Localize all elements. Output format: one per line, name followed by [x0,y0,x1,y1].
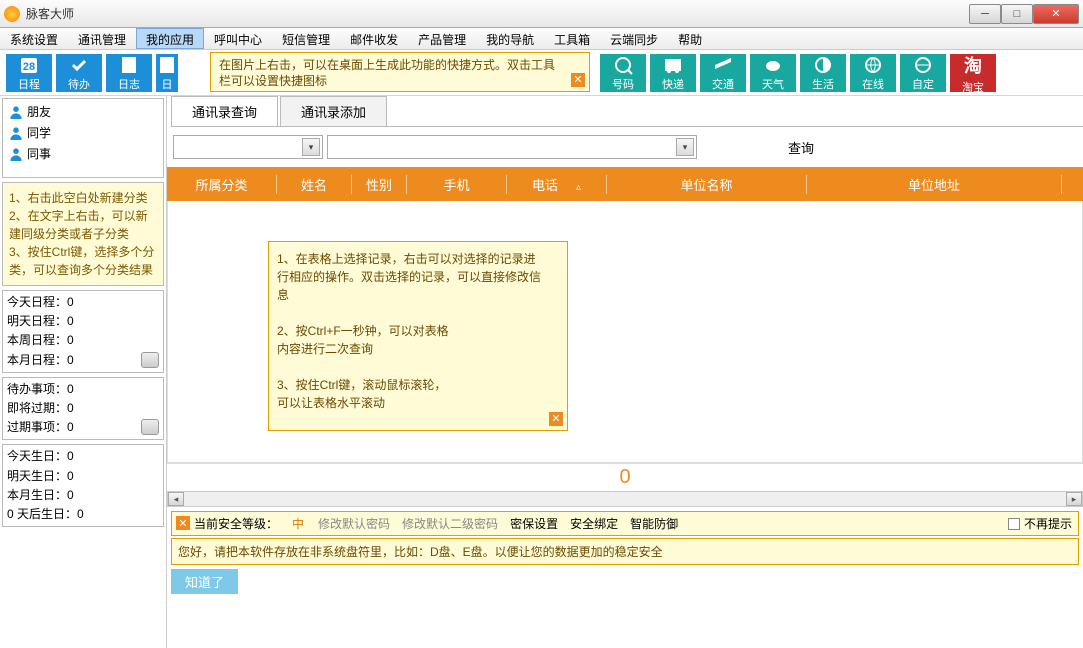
tab-0[interactable]: 通讯录查询 [171,96,278,126]
security-label: 当前安全等级： [194,515,278,532]
summary-line: 过期事项：0 [7,418,159,437]
app-icon [4,6,20,22]
menu-item-4[interactable]: 短信管理 [272,28,340,49]
menu-item-8[interactable]: 工具箱 [544,28,600,49]
sidebar-hint: 1、右击此空白处新建分类2、在文字上右击，可以新建同级分类或者子分类3、按住Ct… [2,182,164,286]
scroll-left-icon[interactable]: ◂ [168,492,184,506]
category-item[interactable]: 同学 [3,122,163,143]
security-link[interactable]: 密保设置 [510,517,558,531]
toolbar-tooltip: 在图片上右击，可以在桌面上生成此功能的快捷方式。双击工具栏可以设置快捷图标 ✕ [210,52,590,92]
filter-category-combo[interactable]: ▾ [173,135,323,159]
menu-item-2[interactable]: 我的应用 [136,28,204,49]
toolbar-log-button[interactable]: 日志 [106,54,152,92]
table-header: 所属分类姓名性别手机电话单位名称单位地址 [167,167,1083,201]
toolbar-tooltip-text: 在图片上右击，可以在桌面上生成此功能的快捷方式。双击工具栏可以设置快捷图标 [219,58,555,88]
category-item[interactable]: 朋友 [3,101,163,122]
menu-item-1[interactable]: 通讯管理 [68,28,136,49]
table-hint-text: 1、在表格上选择记录，右击可以对选择的记录进行相应的操作。双击选择的记录，可以直… [277,252,541,410]
column-header[interactable]: 所属分类 [167,175,277,194]
close-icon[interactable]: ✕ [549,412,563,426]
menu-bar: 系统设置通讯管理我的应用呼叫中心短信管理邮件收发产品管理我的导航工具箱云端同步帮… [0,28,1083,50]
security-level: 中 [292,515,304,532]
calendar-icon[interactable] [141,419,159,435]
close-icon[interactable]: ✕ [176,516,190,530]
sidebar: 朋友同学同事 1、右击此空白处新建分类2、在文字上右击，可以新建同级分类或者子分… [0,96,167,648]
todo-summary: 待办事项：0即将过期：0过期事项：0 [2,377,164,441]
storage-note: 您好，请把本软件存放在非系统盘符里，比如：D盘、E盘。以便让您的数据更加的稳定安… [171,538,1079,565]
menu-item-3[interactable]: 呼叫中心 [204,28,272,49]
chevron-down-icon: ▾ [676,138,694,156]
summary-line: 本周日程：0 [7,331,159,350]
title-bar: 脉客大师 ─ □ ✕ [0,0,1083,28]
toolbar-custom-button[interactable]: 自定 [900,54,946,92]
summary-line: 本月生日：0 [7,486,159,505]
calendar-icon[interactable] [141,352,159,368]
summary-line: 今天日程：0 [7,293,159,312]
query-button[interactable]: 查询 [701,138,901,157]
security-link[interactable]: 安全绑定 [570,517,618,531]
table-hint: 1、在表格上选择记录，右击可以对选择的记录进行相应的操作。双击选择的记录，可以直… [268,241,568,431]
summary-line: 明天日程：0 [7,312,159,331]
got-it-button[interactable]: 知道了 [171,569,238,594]
birthday-summary: 今天生日：0明天生日：0本月生日：00 天后生日：0 [2,444,164,527]
column-header[interactable]: 性别 [352,175,407,194]
close-icon[interactable]: ✕ [571,73,585,87]
toolbar-online-button[interactable]: 在线 [850,54,896,92]
menu-item-6[interactable]: 产品管理 [408,28,476,49]
main-panel: 通讯录查询通讯录添加 ▾ ▾ 查询 所属分类姓名性别手机电话单位名称单位地址 1… [167,96,1083,648]
filter-keyword-combo[interactable]: ▾ [327,135,697,159]
category-item[interactable]: 同事 [3,143,163,164]
chevron-down-icon: ▾ [302,138,320,156]
filter-row: ▾ ▾ 查询 [167,127,1083,167]
column-header[interactable]: 姓名 [277,175,352,194]
toolbar-weather-button[interactable]: 天气 [750,54,796,92]
toolbar-traffic-button[interactable]: 交通 [700,54,746,92]
menu-item-0[interactable]: 系统设置 [0,28,68,49]
dont-remind-label: 不再提示 [1024,515,1072,532]
summary-line: 明天生日：0 [7,467,159,486]
summary-line: 待办事项：0 [7,380,159,399]
maximize-button[interactable]: □ [1001,4,1033,24]
table-body[interactable]: 1、在表格上选择记录，右击可以对选择的记录进行相应的操作。双击选择的记录，可以直… [167,201,1083,463]
toolbar-number-button[interactable]: 号码 [600,54,646,92]
schedule-summary: 今天日程：0明天日程：0本周日程：0本月日程：0 [2,290,164,373]
column-header[interactable]: 电话 [507,175,607,194]
close-button[interactable]: ✕ [1033,4,1079,24]
tab-1[interactable]: 通讯录添加 [280,96,387,126]
toolbar-calendar-button[interactable]: 28日程 [6,54,52,92]
checkbox-icon [1008,518,1020,530]
tab-bar: 通讯录查询通讯录添加 [171,96,1083,127]
toolbar-express-button[interactable]: 快递 [650,54,696,92]
category-list[interactable]: 朋友同学同事 [2,98,164,178]
scroll-right-icon[interactable]: ▸ [1066,492,1082,506]
toolbar: 28日程待办日志日 号码快递交通天气生活在线自定淘淘宝 在图片上右击，可以在桌面上… [0,50,1083,96]
dont-remind-checkbox[interactable]: 不再提示 [1008,515,1072,532]
column-header[interactable]: 单位名称 [607,175,807,194]
summary-line: 今天生日：0 [7,447,159,466]
row-count: 0 [167,463,1083,491]
app-title: 脉客大师 [26,5,969,22]
security-link[interactable]: 修改默认二级密码 [402,517,498,531]
svg-text:28: 28 [23,61,35,73]
column-header[interactable]: 手机 [407,175,507,194]
menu-item-9[interactable]: 云端同步 [600,28,668,49]
summary-line: 即将过期：0 [7,399,159,418]
summary-line: 本月日程：0 [7,351,159,370]
toolbar-taobao-button[interactable]: 淘淘宝 [950,54,996,92]
minimize-button[interactable]: ─ [969,4,1001,24]
toolbar-hidden-button[interactable]: 日 [156,54,178,92]
security-link[interactable]: 修改默认密码 [318,517,390,531]
menu-item-10[interactable]: 帮助 [668,28,712,49]
menu-item-5[interactable]: 邮件收发 [340,28,408,49]
security-link[interactable]: 智能防御 [630,517,678,531]
menu-item-7[interactable]: 我的导航 [476,28,544,49]
summary-line: 0 天后生日：0 [7,505,159,524]
column-header[interactable]: 单位地址 [807,175,1062,194]
security-bar: ✕ 当前安全等级： 中 修改默认密码修改默认二级密码密保设置安全绑定智能防御 不… [171,511,1079,536]
toolbar-todo-button[interactable]: 待办 [56,54,102,92]
horizontal-scrollbar[interactable]: ◂ ▸ [167,491,1083,507]
toolbar-life-button[interactable]: 生活 [800,54,846,92]
